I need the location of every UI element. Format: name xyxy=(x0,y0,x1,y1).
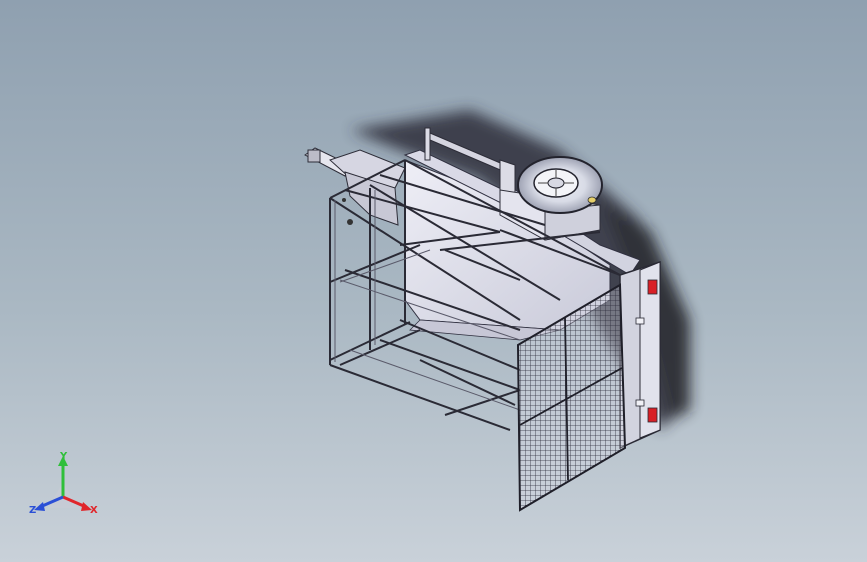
graphics-viewport[interactable]: Y X Z xyxy=(0,0,867,562)
trailer-model-view[interactable] xyxy=(0,0,867,562)
triad-y-label: Y xyxy=(60,451,68,462)
triad-z-label: Z xyxy=(29,505,37,516)
rear-light-top xyxy=(647,279,658,295)
rear-light-bottom xyxy=(647,407,658,423)
rear-tail-panel[interactable] xyxy=(619,260,661,450)
spare-tire[interactable] xyxy=(517,156,603,214)
triad-x-label: X xyxy=(90,505,98,516)
